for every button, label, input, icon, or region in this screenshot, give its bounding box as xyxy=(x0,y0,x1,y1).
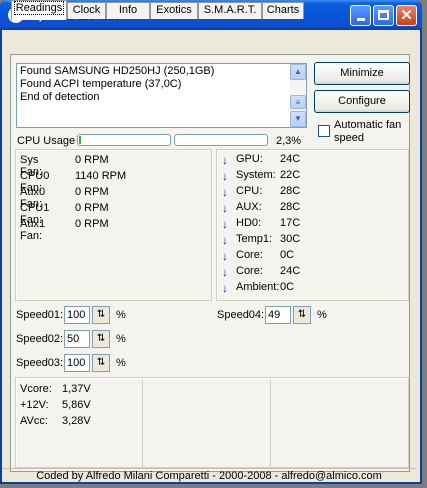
arrow-down-icon: ↓ xyxy=(222,249,228,263)
speed01-control: Speed01: 100 ⇅ % xyxy=(16,306,136,324)
temp-value: 24C xyxy=(280,265,301,277)
automatic-fan-speed-checkbox[interactable] xyxy=(318,125,330,137)
scroll-up-button[interactable]: ▲ xyxy=(290,64,306,80)
temp-value: 28C xyxy=(280,185,301,197)
temp-value: 17C xyxy=(280,217,301,229)
speed-unit: % xyxy=(116,357,126,369)
temp-name: CPU: xyxy=(236,185,263,197)
temp-name: GPU: xyxy=(236,153,263,165)
tab-label: S.M.A.R.T. xyxy=(203,4,257,16)
cpu-usage-bar xyxy=(77,134,171,146)
temp-name: Core: xyxy=(236,265,263,277)
close-window-button[interactable]: ✕ xyxy=(396,5,417,26)
speed04-control: Speed04: 49 ⇅ % xyxy=(217,306,337,324)
minimize-icon xyxy=(357,18,365,21)
voltage-name: +12V: xyxy=(20,399,49,411)
temp-name: System: xyxy=(236,169,276,181)
maximize-window-button[interactable] xyxy=(373,5,394,26)
speed-label: Speed01: xyxy=(16,309,64,321)
fan-value: 0 RPM xyxy=(75,218,109,230)
fan-value: 1140 RPM xyxy=(75,170,127,182)
voltage-value: 3,28V xyxy=(62,415,91,427)
temp-name: HD0: xyxy=(236,217,262,229)
cpu-usage-fill xyxy=(79,136,81,144)
temp-value: 22C xyxy=(280,169,301,181)
close-icon: ✕ xyxy=(400,7,413,24)
temp-value: 30C xyxy=(280,233,301,245)
cpu-usage-label: CPU Usage xyxy=(17,135,76,147)
arrow-down-icon: ↓ xyxy=(222,281,228,295)
speed02-control: Speed02: 50 ⇅ % xyxy=(16,330,136,348)
speed01-input[interactable]: 100 xyxy=(64,306,90,324)
tab-label: Exotics xyxy=(156,4,192,16)
speed04-input[interactable]: 49 xyxy=(265,306,291,324)
minimize-window-button[interactable] xyxy=(350,5,371,26)
temp-name: Core: xyxy=(236,249,263,261)
arrow-down-icon: ↓ xyxy=(222,169,228,183)
arrow-down-icon: ↓ xyxy=(222,217,228,231)
fan-value: 0 RPM xyxy=(75,154,109,166)
speed02-spinner[interactable]: ⇅ xyxy=(92,330,110,348)
speed03-control: Speed03: 100 ⇅ % xyxy=(16,354,136,372)
arrow-down-icon: ↓ xyxy=(222,265,228,279)
tab-exotics[interactable]: Exotics xyxy=(150,2,198,19)
temp-value: 28C xyxy=(280,201,301,213)
temp-name: Temp1: xyxy=(236,233,273,245)
status-bar: Coded by Alfredo Milani Comparetti - 200… xyxy=(2,468,416,483)
automatic-fan-speed-label: Automatic fan speed xyxy=(334,119,402,144)
speed03-input[interactable]: 100 xyxy=(64,354,90,372)
log-line: End of detection xyxy=(20,91,100,103)
temp-value: 0C xyxy=(280,281,295,293)
tab-clock[interactable]: Clock xyxy=(67,2,106,19)
cpu-usage-value: 2,3% xyxy=(276,135,302,147)
fan-name: Aux1 Fan: xyxy=(20,218,46,242)
voltage-name: Vcore: xyxy=(20,383,52,395)
log-line: Found SAMSUNG HD250HJ (250,1GB) xyxy=(20,65,215,77)
tab-smart[interactable]: S.M.A.R.T. xyxy=(198,2,262,19)
speed03-spinner[interactable]: ⇅ xyxy=(92,354,110,372)
speed-label: Speed03: xyxy=(16,357,64,369)
minimize-button[interactable]: Minimize xyxy=(314,62,410,85)
scroll-thumb[interactable]: ≡ xyxy=(290,95,306,109)
speed-label: Speed02: xyxy=(16,333,64,345)
configure-button[interactable]: Configure xyxy=(314,90,410,113)
speed-label: Speed04: xyxy=(217,309,265,321)
divider xyxy=(270,380,271,468)
speed-unit: % xyxy=(116,309,126,321)
fan-value: 0 RPM xyxy=(75,202,109,214)
log-scrollbar[interactable]: ▲ ≡ ▼ xyxy=(290,64,306,127)
voltage-value: 5,86V xyxy=(62,399,91,411)
divider xyxy=(142,380,143,468)
temp-value: 24C xyxy=(280,153,301,165)
tab-label: Info xyxy=(118,4,138,16)
cpu-usage-bar-2 xyxy=(174,134,268,146)
voltage-value: 1,37V xyxy=(62,383,91,395)
temp-name: AUX: xyxy=(236,201,262,213)
tab-info[interactable]: Info xyxy=(106,2,150,19)
arrow-down-icon: ↓ xyxy=(222,185,228,199)
arrow-down-icon: ↓ xyxy=(222,201,228,215)
temp-value: 0C xyxy=(280,249,295,261)
tab-label: Clock xyxy=(72,4,101,16)
arrow-down-icon: ↓ xyxy=(222,153,228,167)
scroll-down-button[interactable]: ▼ xyxy=(290,111,306,127)
voltage-name: AVcc: xyxy=(20,415,48,427)
fan-value: 0 RPM xyxy=(75,186,109,198)
speed-unit: % xyxy=(116,333,126,345)
speed02-input[interactable]: 50 xyxy=(64,330,90,348)
speed-unit: % xyxy=(317,309,327,321)
tab-readings[interactable]: Readings xyxy=(11,0,67,20)
speed01-spinner[interactable]: ⇅ xyxy=(92,306,110,324)
tab-label: Readings xyxy=(13,1,65,15)
tab-label: Charts xyxy=(266,4,300,16)
temp-name: Ambient: xyxy=(236,281,280,293)
maximize-icon xyxy=(378,10,389,20)
speed04-spinner[interactable]: ⇅ xyxy=(293,306,311,324)
tab-charts[interactable]: Charts xyxy=(262,2,304,19)
log-line: Found ACPI temperature (37,0C) xyxy=(20,78,182,90)
arrow-down-icon: ↓ xyxy=(222,233,228,247)
log-textbox[interactable]: Found SAMSUNG HD250HJ (250,1GB) Found AC… xyxy=(16,63,307,128)
